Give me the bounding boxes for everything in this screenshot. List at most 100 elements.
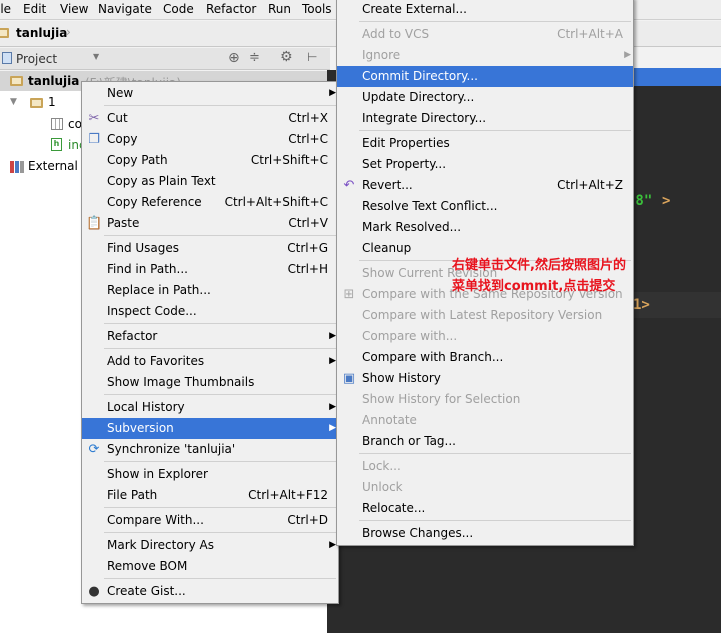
menu-item-label: Add to Favorites bbox=[107, 354, 205, 368]
menu-item-relocate[interactable]: Relocate... bbox=[337, 498, 633, 519]
menu-item-label: Create External... bbox=[362, 2, 467, 16]
menu-item-copy-path[interactable]: Copy Path Ctrl+Shift+C bbox=[82, 150, 338, 171]
tree-item-label: tanlujia bbox=[28, 74, 80, 88]
menu-edit[interactable]: Edit bbox=[23, 2, 46, 16]
menu-item-show-history-for-selection[interactable]: Show History for Selection bbox=[337, 389, 633, 410]
hide-icon[interactable]: ⊢ bbox=[307, 50, 317, 64]
menu-item-lock[interactable]: Lock... bbox=[337, 456, 633, 477]
project-view-selector[interactable]: Project bbox=[16, 52, 57, 66]
menu-item-integrate-directory[interactable]: Integrate Directory... bbox=[337, 108, 633, 129]
shortcut-label: Ctrl+V bbox=[288, 216, 328, 230]
menu-item-label: Compare with Branch... bbox=[362, 350, 504, 364]
menu-item-create-external[interactable]: Create External... bbox=[337, 0, 633, 20]
menu-item-copy-reference[interactable]: Copy Reference Ctrl+Alt+Shift+C bbox=[82, 192, 338, 213]
menu-item-find-usages[interactable]: Find Usages Ctrl+G bbox=[82, 238, 338, 259]
menu-item-commit-directory[interactable]: Commit Directory... bbox=[337, 66, 633, 87]
shortcut-label: Ctrl+Alt+Shift+C bbox=[224, 195, 328, 209]
menu-item-label: Compare with... bbox=[362, 329, 458, 343]
menu-item-label: Subversion bbox=[107, 421, 174, 435]
expand-arrow-icon[interactable]: ▼ bbox=[10, 97, 17, 107]
tree-item-label[interactable]: co bbox=[68, 117, 82, 131]
menu-view[interactable]: View bbox=[60, 2, 88, 16]
submenu-arrow-icon: ▶ bbox=[329, 356, 336, 366]
menu-item-replace-in-path[interactable]: Replace in Path... bbox=[82, 280, 338, 301]
menu-item-unlock[interactable]: Unlock bbox=[337, 477, 633, 498]
menu-item-file-path[interactable]: File Path Ctrl+Alt+F12 bbox=[82, 485, 338, 506]
table-file-icon bbox=[51, 118, 63, 130]
submenu-arrow-icon: ▶ bbox=[329, 402, 336, 412]
history-icon: ▣ bbox=[342, 371, 356, 386]
collapse-icon[interactable]: ≑ bbox=[249, 50, 260, 65]
menu-item-label: Show Image Thumbnails bbox=[107, 375, 255, 389]
copy-icon: ❐ bbox=[88, 132, 100, 147]
menu-item-synchronize-tanlujia[interactable]: ⟳ Synchronize 'tanlujia' bbox=[82, 439, 338, 460]
menu-item-mark-directory-as[interactable]: Mark Directory As ▶ bbox=[82, 535, 338, 556]
menu-item-create-gist[interactable]: ● Create Gist... bbox=[82, 581, 338, 602]
submenu-arrow-icon: ▶ bbox=[329, 331, 336, 341]
menu-item-set-property[interactable]: Set Property... bbox=[337, 154, 633, 175]
menu-item-label: Show in Explorer bbox=[107, 467, 208, 481]
project-toolbar: Project ▼ ⊕ ≑ ⚙ ⊢ bbox=[0, 48, 330, 70]
menu-navigate[interactable]: Navigate bbox=[98, 2, 152, 16]
menu-item-copy-as-plain-text[interactable]: Copy as Plain Text bbox=[82, 171, 338, 192]
menu-item-show-in-explorer[interactable]: Show in Explorer bbox=[82, 464, 338, 485]
chevron-down-icon[interactable]: ▼ bbox=[93, 52, 99, 61]
menu-item-cut[interactable]: ✂ Cut Ctrl+X bbox=[82, 108, 338, 129]
menu-run[interactable]: Run bbox=[268, 2, 291, 16]
menu-ile[interactable]: ile bbox=[0, 2, 11, 16]
menu-item-inspect-code[interactable]: Inspect Code... bbox=[82, 301, 338, 322]
menu-item-show-image-thumbnails[interactable]: Show Image Thumbnails bbox=[82, 372, 338, 393]
menu-refactor[interactable]: Refactor bbox=[206, 2, 256, 16]
menu-code[interactable]: Code bbox=[163, 2, 194, 16]
menu-item-subversion[interactable]: Subversion ▶ bbox=[82, 418, 338, 439]
shortcut-label: Ctrl+D bbox=[287, 513, 328, 527]
menu-item-paste[interactable]: 📋 Paste Ctrl+V bbox=[82, 213, 338, 234]
menu-item-label: Show History for Selection bbox=[362, 392, 521, 406]
menu-item-label: Find Usages bbox=[107, 241, 180, 255]
sync-icon: ⟳ bbox=[88, 442, 100, 457]
menu-item-resolve-text-conflict[interactable]: Resolve Text Conflict... bbox=[337, 196, 633, 217]
shortcut-label: Ctrl+Alt+F12 bbox=[248, 488, 328, 502]
menu-item-revert[interactable]: ↶ Revert... Ctrl+Alt+Z bbox=[337, 175, 633, 196]
menu-item-local-history[interactable]: Local History ▶ bbox=[82, 397, 338, 418]
menu-item-label: Copy Path bbox=[107, 153, 168, 167]
menu-item-label: Copy bbox=[107, 132, 138, 146]
selected-line bbox=[633, 68, 721, 86]
tree-item-label[interactable]: External L bbox=[28, 159, 88, 173]
menu-item-label: Remove BOM bbox=[107, 559, 188, 573]
menu-item-add-to-vcs[interactable]: Add to VCS Ctrl+Alt+A bbox=[337, 24, 633, 45]
menu-item-copy[interactable]: ❐ Copy Ctrl+C bbox=[82, 129, 338, 150]
menu-item-edit-properties[interactable]: Edit Properties bbox=[337, 133, 633, 154]
revert-icon: ↶ bbox=[343, 178, 355, 193]
menu-item-branch-or-tag[interactable]: Branch or Tag... bbox=[337, 431, 633, 452]
menu-tools[interactable]: Tools bbox=[302, 2, 332, 16]
menu-item-annotate[interactable]: Annotate bbox=[337, 410, 633, 431]
menu-item-label: Edit Properties bbox=[362, 136, 450, 150]
menu-item-update-directory[interactable]: Update Directory... bbox=[337, 87, 633, 108]
menu-item-refactor[interactable]: Refactor ▶ bbox=[82, 326, 338, 347]
menu-item-show-history[interactable]: ▣ Show History bbox=[337, 368, 633, 389]
menu-item-label: Synchronize 'tanlujia' bbox=[107, 442, 236, 456]
menu-item-compare-with[interactable]: Compare with... bbox=[337, 326, 633, 347]
menu-item-label: Create Gist... bbox=[107, 584, 186, 598]
shortcut-label: Ctrl+Alt+Z bbox=[557, 178, 623, 192]
locate-icon[interactable]: ⊕ bbox=[228, 50, 240, 66]
gear-icon[interactable]: ⚙ bbox=[280, 49, 293, 65]
folder-icon bbox=[10, 76, 23, 86]
menu-item-compare-with[interactable]: Compare With... Ctrl+D bbox=[82, 510, 338, 531]
code-fragment: > bbox=[662, 193, 671, 209]
menu-item-add-to-favorites[interactable]: Add to Favorites ▶ bbox=[82, 351, 338, 372]
submenu-arrow-icon: ▶ bbox=[329, 88, 336, 98]
menu-item-mark-resolved[interactable]: Mark Resolved... bbox=[337, 217, 633, 238]
menu-item-compare-with-branch[interactable]: Compare with Branch... bbox=[337, 347, 633, 368]
menu-item-new[interactable]: New ▶ bbox=[82, 83, 338, 104]
breadcrumb-item[interactable]: tanlujia bbox=[16, 26, 67, 40]
menu-item-compare-with-latest-repository-version[interactable]: Compare with Latest Repository Version bbox=[337, 305, 633, 326]
folder-icon bbox=[30, 98, 43, 108]
menu-item-remove-bom[interactable]: Remove BOM bbox=[82, 556, 338, 577]
menu-item-find-in-path[interactable]: Find in Path... Ctrl+H bbox=[82, 259, 338, 280]
menu-item-label: Mark Directory As bbox=[107, 538, 214, 552]
tree-item-label[interactable]: 1 bbox=[48, 95, 56, 109]
menu-item-browse-changes[interactable]: Browse Changes... bbox=[337, 523, 633, 544]
menu-item-ignore[interactable]: Ignore ▶ bbox=[337, 45, 633, 66]
